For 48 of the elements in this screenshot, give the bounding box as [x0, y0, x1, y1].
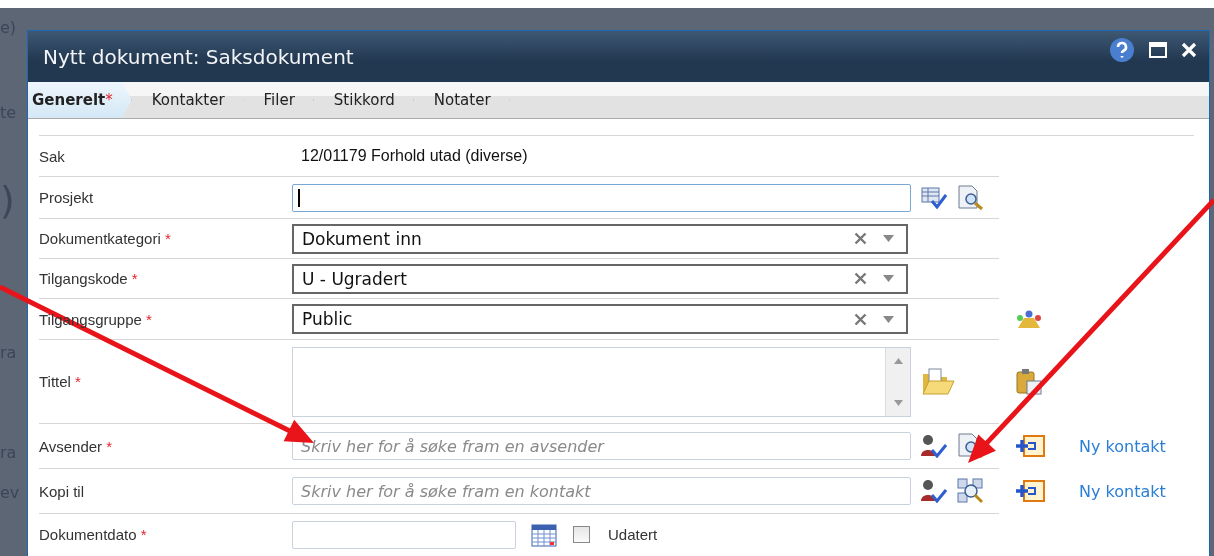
- field-label: Dokumentdato *: [39, 526, 148, 543]
- add-contact-icon[interactable]: [1015, 480, 1045, 502]
- multi-search-icon[interactable]: [957, 478, 985, 504]
- scroll-up-icon[interactable]: [893, 357, 903, 364]
- field-label: Tittel *: [39, 373, 82, 390]
- dropdown[interactable]: U - Ugradert: [292, 263, 908, 294]
- case-value: 12/01179 Forhold utad (diverse): [300, 147, 528, 165]
- new-contact-link[interactable]: Ny kontakt: [1079, 436, 1166, 456]
- tab[interactable]: Notater: [413, 82, 510, 118]
- dropdown[interactable]: Public: [292, 304, 908, 334]
- scrollbar[interactable]: [885, 347, 910, 416]
- help-icon[interactable]: [1109, 36, 1135, 63]
- clear-icon[interactable]: [854, 312, 867, 326]
- title-field[interactable]: [292, 346, 911, 417]
- person-check-icon[interactable]: [921, 434, 947, 458]
- maximize-icon[interactable]: [1149, 41, 1167, 58]
- dropdown[interactable]: Dokument inn: [292, 223, 908, 254]
- scroll-down-icon[interactable]: [893, 399, 903, 406]
- tab[interactable]: Kontakter: [131, 82, 244, 118]
- field-label: Kopi til: [39, 482, 86, 500]
- search-field[interactable]: Skriv her for å søke fram en kontakt: [292, 477, 911, 505]
- table-check-icon[interactable]: [921, 186, 947, 209]
- field-label: Tilgangskode *: [39, 270, 139, 287]
- field-label: Avsender *: [39, 437, 114, 455]
- caret-icon[interactable]: [883, 235, 894, 242]
- group-icon[interactable]: [1015, 308, 1043, 330]
- new-contact-link[interactable]: Ny kontakt: [1079, 481, 1166, 501]
- clear-icon[interactable]: [854, 232, 867, 245]
- project-field[interactable]: [292, 183, 911, 212]
- field-label: Prosjekt: [39, 189, 95, 206]
- field-label: Sak: [39, 147, 66, 165]
- window-title: Nytt dokument: Saksdokument: [43, 44, 354, 69]
- checkbox[interactable]: [573, 526, 590, 543]
- caret-icon[interactable]: [883, 275, 894, 282]
- background-text: ): [0, 178, 15, 222]
- document-search-icon[interactable]: [957, 184, 985, 211]
- tab[interactable]: Stikkord: [313, 82, 414, 118]
- calendar-icon[interactable]: [531, 522, 557, 547]
- close-icon[interactable]: [1181, 41, 1197, 58]
- caret-icon[interactable]: [883, 315, 894, 323]
- tab[interactable]: Filer: [243, 82, 314, 118]
- add-contact-icon[interactable]: [1015, 435, 1045, 457]
- person-check-icon[interactable]: [921, 479, 947, 503]
- checkbox-label: Udatert: [608, 526, 658, 543]
- field-label: Dokumentkategori *: [39, 230, 172, 247]
- tab[interactable]: Generelt*: [28, 82, 132, 118]
- date-field[interactable]: [292, 520, 516, 549]
- clear-icon[interactable]: [854, 272, 867, 285]
